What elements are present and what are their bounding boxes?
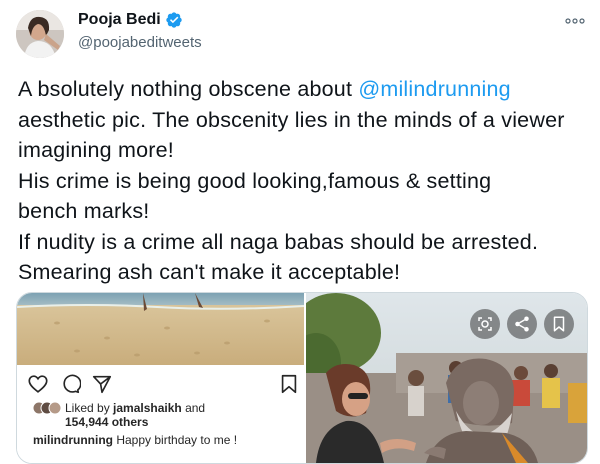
tweet-line: bench marks! <box>18 199 150 223</box>
liked-others-count[interactable]: 154,944 others <box>65 415 148 429</box>
author-handle[interactable]: @poojabeditweets <box>78 34 202 51</box>
liked-by-row: Liked by jamalshaikh and 154,944 others <box>32 401 205 429</box>
instagram-actions <box>27 373 113 400</box>
share-icon[interactable] <box>91 373 113 400</box>
instagram-screenshot[interactable]: Liked by jamalshaikh and 154,944 others … <box>17 293 304 463</box>
tweet-line: If nudity is a crime all naga babas shou… <box>18 229 539 254</box>
liked-by-text: Liked by jamalshaikh and 154,944 others <box>65 401 205 429</box>
bookmark-icon[interactable] <box>278 373 300 400</box>
tweet-text: A bsolutely nothing obscene about @milin… <box>18 74 588 288</box>
tweet-line: A bsolutely nothing obscene about @milin… <box>18 74 588 105</box>
liker-username[interactable]: jamalshaikh <box>113 401 182 415</box>
liked-and: and <box>181 401 206 415</box>
author-name[interactable]: Pooja Bedi <box>78 11 161 29</box>
tweet: Pooja Bedi @poojabeditweets A bsolutely … <box>0 0 600 464</box>
tweet-line: imagining more! <box>18 138 174 162</box>
ghat-photo[interactable] <box>306 293 587 463</box>
lens-icon[interactable] <box>470 309 500 339</box>
caption-username[interactable]: milindrunning <box>33 433 113 447</box>
tweet-line: Smearing ash can't make it acceptable! <box>18 260 401 284</box>
heart-icon[interactable] <box>27 373 49 400</box>
liked-by-prefix: Liked by <box>65 401 114 415</box>
more-options-icon[interactable] <box>564 14 586 26</box>
post-caption: milindrunning Happy birthday to me ! <box>33 433 237 447</box>
author-name-row[interactable]: Pooja Bedi <box>78 11 183 29</box>
mention-link[interactable]: @milindrunning <box>358 77 511 101</box>
photo-share-icon[interactable] <box>507 309 537 339</box>
tweet-line: His crime is being good looking,famous &… <box>18 168 492 193</box>
photo-bookmark-icon[interactable] <box>544 309 574 339</box>
caption-text: Happy birthday to me ! <box>113 433 238 447</box>
comment-icon[interactable] <box>59 373 82 400</box>
tweet-line: aesthetic pic. The obscenity lies in the… <box>18 107 565 132</box>
media-grid[interactable]: Liked by jamalshaikh and 154,944 others … <box>16 292 588 464</box>
verified-badge-icon <box>165 11 183 29</box>
liker-avatars <box>32 401 62 415</box>
tweet-line-text: A bsolutely nothing obscene about <box>18 77 359 101</box>
beach-photo <box>17 293 304 365</box>
avatar[interactable] <box>16 10 64 58</box>
